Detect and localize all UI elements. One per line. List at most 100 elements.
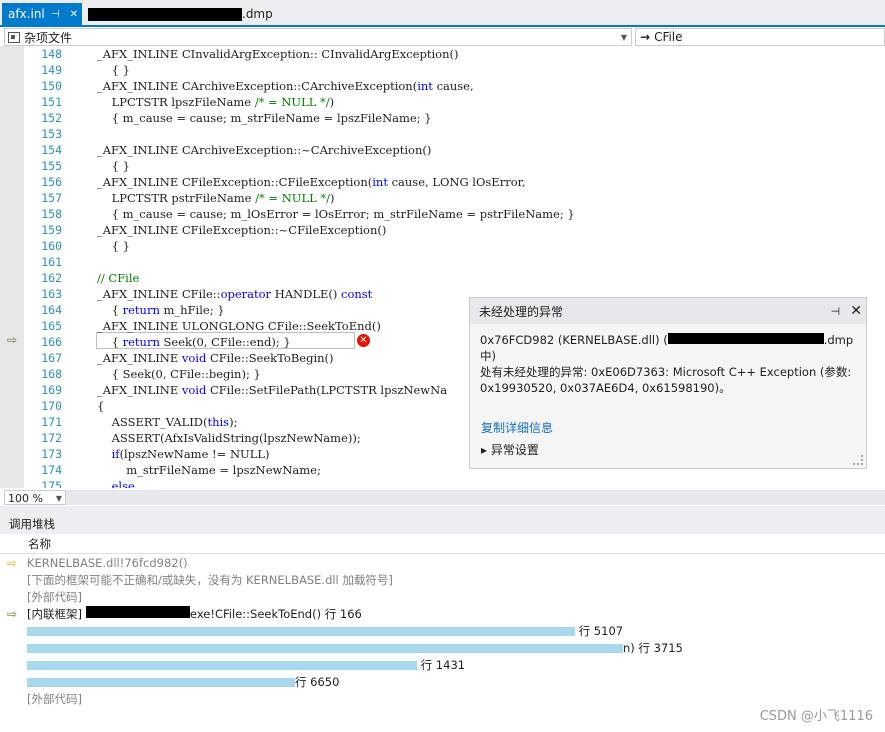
pane-splitter[interactable] <box>0 506 885 514</box>
line-number: 175 <box>41 479 62 488</box>
misc-files-icon <box>8 31 20 43</box>
code-line: _AFX_INLINE CInvalidArgException:: CInva… <box>97 47 459 61</box>
exception-settings-label: 异常设置 <box>490 443 539 457</box>
chevron-down-icon: ▼ <box>55 494 62 503</box>
line-number: 150 <box>41 79 62 93</box>
copy-details-link[interactable]: 复制详细信息 <box>481 419 553 436</box>
error-icon: ✕ <box>357 334 370 347</box>
scope-dropdown[interactable]: 杂项文件 ▼ <box>4 28 632 46</box>
call-stack-row[interactable]: 行 5107 <box>0 623 885 640</box>
code-line: { } <box>97 63 130 77</box>
pin-icon[interactable]: ⊣ <box>831 305 841 318</box>
redacted-module <box>85 606 190 618</box>
line-number: 174 <box>41 463 62 477</box>
exception-line-3: 0x19930520, 0x037AE6D4, 0x61598190)。 <box>480 381 731 395</box>
call-stack-panel-title: 调用堆栈 <box>0 514 885 534</box>
member-label: CFile <box>654 30 683 44</box>
tab-dump-file[interactable]: .dmp <box>86 3 276 25</box>
frame-text: KERNELBASE.dll!76fcd982() <box>27 556 188 570</box>
redacted-filename <box>88 7 242 21</box>
call-stack-row[interactable]: 行 1431 <box>0 657 885 674</box>
call-stack-row[interactable]: [外部代码] <box>0 691 885 708</box>
scope-label: 杂项文件 <box>24 30 73 45</box>
redacted-path <box>667 333 824 344</box>
arrow-right-icon: → <box>640 30 651 44</box>
glyph-margin <box>0 46 24 488</box>
line-number: 162 <box>41 271 62 285</box>
frame-arrow-icon: ⇨ <box>7 607 18 621</box>
line-number: 160 <box>41 239 62 253</box>
call-stack-column-header[interactable]: 名称 <box>0 535 885 554</box>
line-number: 155 <box>41 159 62 173</box>
line-number: 166 <box>41 335 62 349</box>
line-number: 171 <box>41 415 62 429</box>
line-number: 159 <box>41 223 62 237</box>
frame-text: exe!CFile::SeekToEnd() 行 166 <box>189 607 362 621</box>
line-number: 168 <box>41 367 62 381</box>
tab-label: .dmp <box>242 7 273 21</box>
line-number: 153 <box>41 127 62 141</box>
close-icon[interactable]: ✕ <box>850 303 862 319</box>
horizontal-scrollbar[interactable] <box>66 490 885 505</box>
exception-line-2: 处有未经处理的异常: 0xE06D7363: Microsoft C++ Exc… <box>480 365 852 379</box>
tab-afx-inl[interactable]: afx.inl ⊣ ✕ <box>2 3 82 25</box>
frame-text: 行 6650 <box>295 675 340 689</box>
tab-label: afx.inl <box>8 7 45 21</box>
line-number: 149 <box>41 63 62 77</box>
code-line: LPCTSTR lpszFileName /* = NULL */) <box>97 95 335 109</box>
call-stack-row[interactable]: [外部代码] <box>0 589 885 606</box>
frame-text: 行 5107 <box>578 624 624 638</box>
exception-message: 0x76FCD982 (KERNELBASE.dll) (.dmp 中) 处有未… <box>470 324 866 396</box>
code-line: _AFX_INLINE CFileException::CFileExcepti… <box>97 175 526 189</box>
line-number: 167 <box>41 351 62 365</box>
line-number: 164 <box>41 303 62 317</box>
frame-prefix: [内联框架] <box>27 607 82 621</box>
call-stack-row[interactable]: ⇨ [内联框架] exe!CFile::SeekToEnd() 行 166 <box>0 606 885 623</box>
navigation-bar: 杂项文件 ▼ → CFile <box>0 27 885 47</box>
line-number: 169 <box>41 383 62 397</box>
exception-popup-header: 未经处理的异常 ⊣ ✕ <box>470 298 866 324</box>
code-line: { } <box>97 159 130 173</box>
call-stack-row[interactable]: n) 行 3715 <box>0 640 885 657</box>
chevron-down-icon: ▼ <box>620 32 627 42</box>
code-line: { m_cause = cause; m_lOsError = lOsError… <box>97 207 575 221</box>
line-number: 172 <box>41 431 62 445</box>
exception-popup: 未经处理的异常 ⊣ ✕ 0x76FCD982 (KERNELBASE.dll) … <box>469 297 867 469</box>
line-number: 170 <box>41 399 62 413</box>
call-stack-row[interactable]: 行 6650 <box>0 674 885 691</box>
code-line: else <box>111 479 135 488</box>
line-number: 148 <box>41 47 62 61</box>
member-dropdown[interactable]: → CFile <box>635 28 885 46</box>
resize-grip-icon[interactable] <box>853 455 863 465</box>
line-number: 158 <box>41 207 62 221</box>
document-tab-strip: afx.inl ⊣ ✕ .dmp <box>0 0 885 27</box>
code-line: _AFX_INLINE CFileException::~CFileExcept… <box>97 223 387 237</box>
current-frame-arrow-icon: ⇨ <box>7 556 18 570</box>
line-number: 173 <box>41 447 62 461</box>
call-stack-row[interactable]: [下面的框架可能不正确和/或缺失，没有为 KERNELBASE.dll 加载符号… <box>0 572 885 589</box>
close-icon[interactable]: ✕ <box>70 9 78 20</box>
line-number: 161 <box>41 255 62 269</box>
frame-text: [外部代码] <box>27 692 82 706</box>
code-line: // CFile <box>97 271 140 285</box>
line-number-column: 148 149 150 151 152 153 154 155 156 157 158 159 160 1… <box>24 46 62 488</box>
zoom-level-dropdown[interactable]: 100 % ▼ <box>4 490 66 505</box>
frame-text: [下面的框架可能不正确和/或缺失，没有为 KERNELBASE.dll 加载符号… <box>27 573 393 587</box>
blurred-frame <box>27 661 417 670</box>
line-number: 154 <box>41 143 62 157</box>
line-number: 151 <box>41 95 62 109</box>
triangle-right-icon: ▸ <box>481 443 488 457</box>
code-line: { m_cause = cause; m_strFileName = lpszF… <box>97 111 432 125</box>
frame-text: [外部代码] <box>27 590 82 604</box>
line-number: 152 <box>41 111 62 125</box>
frame-text: n) 行 3715 <box>623 641 683 655</box>
pin-icon[interactable]: ⊣ <box>51 9 60 20</box>
line-number: 156 <box>41 175 62 189</box>
code-editor[interactable]: ⇨ 148 149 150 151 152 153 154 155 156 157 158 159 16… <box>0 46 885 488</box>
line-number: 163 <box>41 287 62 301</box>
exception-settings-expander[interactable]: ▸ 异常设置 <box>481 441 539 458</box>
column-name-label: 名称 <box>28 537 51 551</box>
call-stack-row[interactable]: ⇨ KERNELBASE.dll!76fcd982() <box>0 555 885 572</box>
